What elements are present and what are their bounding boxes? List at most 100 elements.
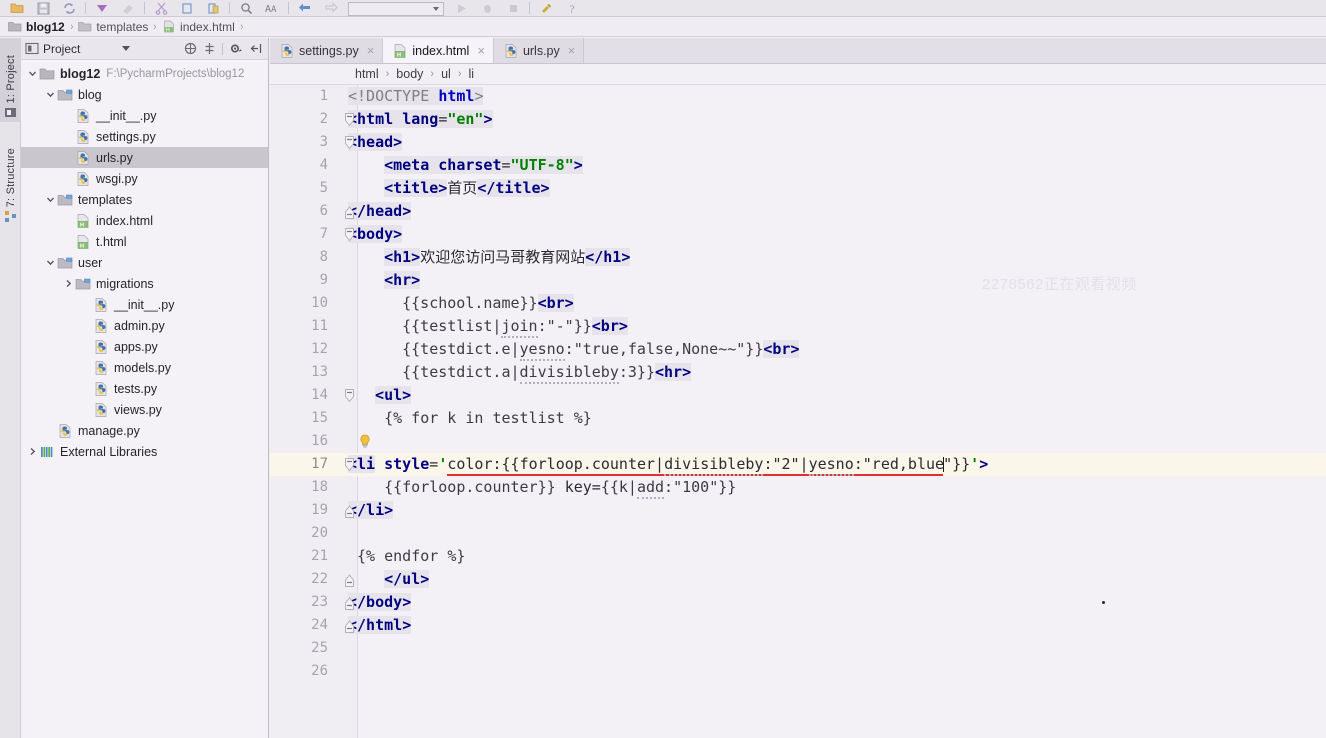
tree-node-external-libraries[interactable]: External Libraries [21,441,268,462]
tree-node-admin-py[interactable]: admin.py [21,315,268,336]
code-line[interactable]: 26 [270,660,1326,683]
editor-breadcrumb-item-body[interactable]: body [395,67,424,81]
chevron-down-icon[interactable] [43,258,57,267]
breadcrumb-item-templates[interactable]: templates [76,20,150,34]
forward-icon[interactable] [318,0,344,16]
close-icon[interactable]: × [367,44,375,57]
chevron-down-icon[interactable] [43,90,57,99]
tree-node-index-html[interactable]: Hindex.html [21,210,268,231]
tree-node-tests-py[interactable]: tests.py [21,378,268,399]
chevron-down-icon[interactable] [25,69,39,78]
scroll-from-source-icon[interactable] [203,42,216,55]
code-editor[interactable]: 1 <!DOCTYPE html> 2 <html lang="en"> 3 <head>… [270,85,1326,738]
chevron-down-icon[interactable] [43,195,57,204]
code-line[interactable]: 3 <head> [270,131,1326,154]
collapse-all-icon[interactable] [184,42,197,55]
code-line[interactable]: 15 {% for k in testlist %} [270,407,1326,430]
code-line[interactable]: 23 </body> [270,591,1326,614]
tree-node-views-py[interactable]: views.py [21,399,268,420]
tree-node-blog[interactable]: blog [21,84,268,105]
hide-icon[interactable] [249,42,262,55]
code-line[interactable]: 13 {{testdict.a|divisibleby:3}}<hr> [270,361,1326,384]
fold-marker-collapse[interactable] [344,384,355,407]
code-line[interactable]: 1 <!DOCTYPE html> [270,85,1326,108]
breadcrumb-item-project[interactable]: blog12 [6,20,67,34]
chevron-right-icon[interactable] [25,447,39,456]
cut-icon[interactable] [148,0,174,16]
undo-icon[interactable] [89,0,115,16]
run-configuration-select[interactable] [348,2,444,16]
run-icon[interactable] [448,0,474,16]
editor-breadcrumb-item-li[interactable]: li [467,67,475,81]
replace-icon[interactable]: AA [259,0,285,16]
tool-window-tab-structure[interactable]: 7: Structure [0,130,21,226]
tree-node-templates[interactable]: templates [21,189,268,210]
code-line[interactable]: 10 {{school.name}}<br> [270,292,1326,315]
stop-icon[interactable] [500,0,526,16]
settings-icon[interactable] [533,0,559,16]
code-line[interactable]: 19 </li> [270,499,1326,522]
code-line[interactable]: 5 <title>首页</title> [270,177,1326,200]
paste-icon[interactable] [200,0,226,16]
code-line[interactable]: 4 <meta charset="UTF-8"> [270,154,1326,177]
chevron-right-icon[interactable] [61,279,75,288]
editor-tab-urls-py[interactable]: urls.py × [493,38,585,63]
code-line[interactable]: 21 {% endfor %} [270,545,1326,568]
search-icon[interactable] [233,0,259,16]
code-line[interactable]: 11 {{testlist|join:"-"}}<br> [270,315,1326,338]
debug-icon[interactable] [474,0,500,16]
redo-icon[interactable] [115,0,141,16]
code-line[interactable]: 14 <ul> [270,384,1326,407]
open-folder-icon[interactable] [4,0,30,16]
code-line[interactable]: 20 [270,522,1326,545]
fold-marker-expand[interactable] [344,591,355,614]
tree-node-t-html[interactable]: Ht.html [21,231,268,252]
tree-node-settings-py[interactable]: settings.py [21,126,268,147]
code-line[interactable]: 16 [270,430,1326,453]
editor-breadcrumb-item-ul[interactable]: ul [440,67,452,81]
tool-window-tab-project[interactable]: 1: Project [0,38,21,122]
tree-node-manage-py[interactable]: manage.py [21,420,268,441]
breadcrumb-item-file[interactable]: H index.html [160,20,237,34]
fold-marker-expand[interactable] [344,568,355,591]
sync-icon[interactable] [56,0,82,16]
fold-marker-collapse[interactable] [344,223,355,246]
code-line[interactable]: 12 {{testdict.e|yesno:"true,false,None~~"… [270,338,1326,361]
code-line[interactable]: 22 </ul> [270,568,1326,591]
tree-node-wsgi-py[interactable]: wsgi.py [21,168,268,189]
tree-node-init-py[interactable]: __init__.py [21,105,268,126]
tree-node-blog12[interactable]: blog12 F:\PycharmProjects\blog12 [21,63,268,84]
fold-marker-expand[interactable] [344,200,355,223]
help-icon[interactable]: ? [559,0,585,16]
tree-node-models-py[interactable]: models.py [21,357,268,378]
editor-tab-index-html[interactable]: Hindex.html × [383,38,494,63]
tree-node-user[interactable]: user [21,252,268,273]
tree-node-init-py[interactable]: __init__.py [21,294,268,315]
intention-bulb-icon[interactable] [358,434,372,449]
code-line[interactable]: 17 <li style='color:{{forloop.counter|div… [270,453,1326,476]
code-line[interactable]: 7 <body> [270,223,1326,246]
chevron-down-icon[interactable] [122,46,131,51]
close-icon[interactable]: × [568,44,576,57]
fold-marker-expand[interactable] [344,614,355,637]
back-icon[interactable] [292,0,318,16]
fold-marker-collapse[interactable] [344,131,355,154]
fold-marker-collapse[interactable] [344,108,355,131]
fold-marker-collapse[interactable] [344,453,355,476]
fold-marker-expand[interactable] [344,499,355,522]
tree-node-apps-py[interactable]: apps.py [21,336,268,357]
code-line[interactable]: 24 </html> [270,614,1326,637]
save-icon[interactable] [30,0,56,16]
code-line[interactable]: 8 <h1>欢迎您访问马哥教育网站</h1> [270,246,1326,269]
copy-icon[interactable] [174,0,200,16]
code-line[interactable]: 9 <hr> [270,269,1326,292]
editor-breadcrumb-item-html[interactable]: html [354,67,380,81]
settings-gear-icon[interactable] [229,42,243,55]
tree-node-migrations[interactable]: migrations [21,273,268,294]
code-line[interactable]: 18 {{forloop.counter}} key={{k|add:"100"}… [270,476,1326,499]
tree-node-urls-py[interactable]: urls.py [21,147,268,168]
editor-tab-settings-py[interactable]: settings.py × [270,38,384,63]
code-line[interactable]: 25 [270,637,1326,660]
code-line[interactable]: 6 </head> [270,200,1326,223]
close-icon[interactable]: × [477,44,485,57]
